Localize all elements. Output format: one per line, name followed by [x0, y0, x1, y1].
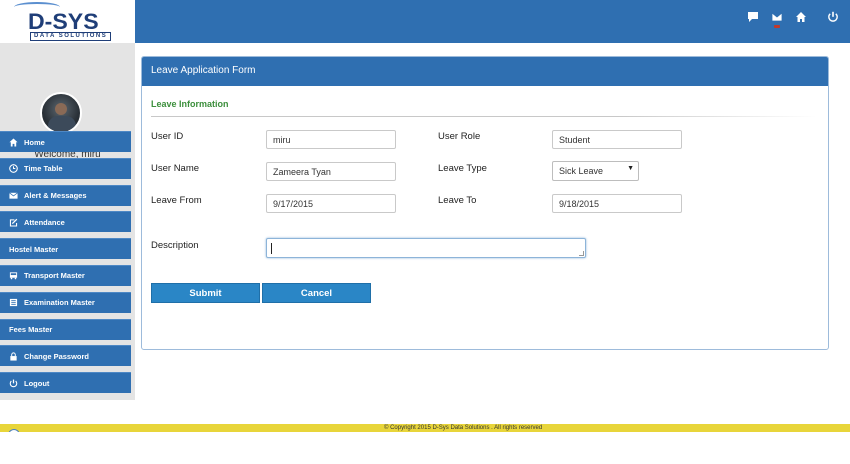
- power-icon: [8, 378, 18, 388]
- user-name-label: User Name: [151, 163, 200, 174]
- home-icon: [8, 137, 18, 147]
- user-name-field[interactable]: Zameera Tyan: [266, 162, 396, 181]
- footer: © Copyright 2015 D-Sys Data Solutions . …: [0, 424, 850, 432]
- mail-icon: [8, 191, 18, 201]
- logo-tagline: DATA SOLUTIONS: [30, 32, 112, 41]
- sidebar-nav: Home Time Table Alert & Messages Attenda…: [0, 131, 131, 399]
- cancel-button[interactable]: Cancel: [262, 283, 371, 303]
- sidebar-item-home[interactable]: Home: [0, 131, 131, 152]
- sidebar-item-label: Alert & Messages: [24, 191, 87, 201]
- user-role-field[interactable]: Student: [552, 130, 682, 149]
- sidebar-item-label: Examination Master: [24, 298, 95, 308]
- footer-logo-icon: [8, 429, 20, 432]
- sidebar-item-hostel-master[interactable]: Hostel Master: [0, 238, 131, 260]
- sidebar-item-alert-messages[interactable]: Alert & Messages: [0, 184, 131, 206]
- sidebar-item-label: Home: [24, 137, 45, 147]
- sidebar-item-fees-master[interactable]: Fees Master: [0, 318, 131, 340]
- sidebar-item-logout[interactable]: Logout: [0, 372, 131, 394]
- leave-type-select[interactable]: Sick Leave ▼: [552, 161, 639, 181]
- leave-type-value: Sick Leave: [559, 166, 604, 176]
- sidebar-item-transport-master[interactable]: Transport Master: [0, 264, 131, 286]
- leave-to-field[interactable]: 9/18/2015: [552, 194, 682, 213]
- sidebar-item-time-table[interactable]: Time Table: [0, 157, 131, 179]
- clock-icon: [8, 164, 18, 174]
- footer-copyright: © Copyright 2015 D-Sys Data Solutions . …: [384, 425, 543, 431]
- sidebar-item-examination-master[interactable]: Examination Master: [0, 291, 131, 313]
- sidebar-item-label: Change Password: [24, 351, 90, 361]
- leave-from-field[interactable]: 9/17/2015: [266, 194, 396, 213]
- sidebar-item-change-password[interactable]: Change Password: [0, 345, 131, 367]
- sidebar-item-label: Logout: [24, 378, 50, 388]
- top-icons: [746, 9, 840, 28]
- panel-title: Leave Application Form: [142, 57, 828, 86]
- submit-button[interactable]: Submit: [151, 283, 260, 303]
- description-textarea[interactable]: [266, 238, 586, 258]
- avatar: [40, 92, 82, 134]
- sidebar-item-label: Attendance: [24, 217, 65, 227]
- user-id-field[interactable]: miru: [266, 130, 396, 149]
- user-id-label: User ID: [151, 131, 184, 142]
- leave-application-panel: Leave Application Form Leave Information…: [141, 56, 829, 350]
- power-icon[interactable]: [826, 10, 840, 24]
- sidebar-item-label: Fees Master: [9, 325, 53, 335]
- top-bar: D-SYS DATA SOLUTIONS: [0, 0, 850, 43]
- app-window: D-SYS DATA SOLUTIONS Welcome, miru Home: [0, 0, 850, 464]
- sidebar-item-label: Transport Master: [24, 271, 85, 281]
- leave-type-label: Leave Type: [438, 163, 487, 174]
- home-icon[interactable]: [794, 10, 808, 24]
- lock-icon: [8, 351, 18, 361]
- section-title: Leave Information: [151, 99, 229, 109]
- section-divider: [151, 116, 817, 117]
- mail-icon[interactable]: [770, 10, 784, 28]
- dropdown-arrow-icon: ▼: [627, 165, 634, 172]
- description-label: Description: [151, 240, 199, 251]
- logo[interactable]: D-SYS DATA SOLUTIONS: [0, 0, 135, 43]
- sidebar-item-label: Hostel Master: [9, 244, 59, 254]
- resize-grip-icon[interactable]: [579, 251, 584, 256]
- sidebar-item-attendance[interactable]: Attendance: [0, 211, 131, 233]
- leave-from-label: Leave From: [151, 195, 202, 206]
- leave-to-label: Leave To: [438, 195, 477, 206]
- text-cursor: [271, 243, 272, 254]
- chat-icon[interactable]: [746, 10, 760, 24]
- sidebar-item-label: Time Table: [24, 164, 63, 174]
- list-icon: [8, 298, 18, 308]
- bus-icon: [8, 271, 18, 281]
- user-role-label: User Role: [438, 131, 481, 142]
- edit-icon: [8, 217, 18, 227]
